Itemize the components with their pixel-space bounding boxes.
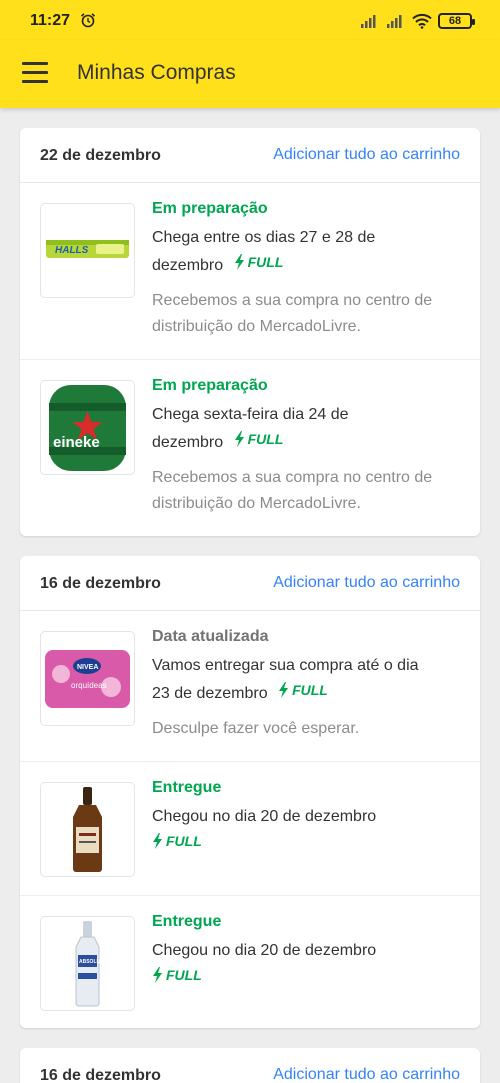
- svg-text:NIVEA: NIVEA: [77, 664, 98, 671]
- delivery-line-2: 23 de dezembro: [152, 685, 268, 702]
- full-badge: FULL: [234, 250, 284, 274]
- full-label: FULL: [247, 254, 284, 270]
- purchase-group: 16 de dezembro Adicionar tudo ao carrinh…: [20, 1048, 480, 1083]
- delivery-line-1: Vamos entregar sua compra até o dia: [152, 657, 419, 674]
- group-header: 16 de dezembro Adicionar tudo ao carrinh…: [20, 1048, 480, 1083]
- lightning-icon: [153, 967, 162, 983]
- svg-text:HALLS: HALLS: [55, 245, 89, 256]
- delivery-text: Chegou no dia 20 de dezembro FULL: [152, 805, 464, 857]
- status-icons: 68: [360, 12, 475, 30]
- group-header: 22 de dezembro Adicionar tudo ao carrinh…: [20, 128, 480, 183]
- delivery-line-2: dezembro: [152, 257, 224, 274]
- purchase-item[interactable]: NIVEA orquídeas Data atualizada Vamos en…: [20, 611, 480, 762]
- group-date: 22 de dezembro: [40, 147, 161, 164]
- product-image-nivea[interactable]: NIVEA orquídeas: [40, 631, 135, 726]
- vodka-bottle-icon: ABSOLUT: [75, 921, 103, 1007]
- lightning-icon: [279, 682, 289, 698]
- add-all-to-cart-link[interactable]: Adicionar tudo ao carrinho: [273, 146, 460, 164]
- delivery-text: Chega sexta-feira dia 24 de dezembro FUL…: [152, 403, 464, 455]
- delivery-line-2: dezembro: [152, 434, 224, 451]
- purchase-group: 22 de dezembro Adicionar tudo ao carrinh…: [20, 128, 480, 536]
- order-status: Entregue: [152, 779, 222, 796]
- lightning-icon: [234, 254, 244, 270]
- page-title: Minhas Compras: [77, 61, 236, 84]
- full-badge: FULL: [152, 963, 202, 987]
- product-image-heineken[interactable]: eineke: [40, 380, 135, 475]
- signal-icon-2: [387, 15, 402, 28]
- full-label: FULL: [292, 682, 328, 698]
- order-status: Entregue: [152, 913, 222, 930]
- hamburger-menu-icon[interactable]: [22, 62, 50, 84]
- alarm-clock-icon: [80, 13, 96, 28]
- order-status: Em preparação: [152, 200, 268, 217]
- add-all-to-cart-link[interactable]: Adicionar tudo ao carrinho: [273, 1066, 460, 1083]
- status-note: Recebemos a sua compra no centro de dist…: [152, 469, 433, 512]
- full-label: FULL: [247, 431, 284, 447]
- svg-text:orquídeas: orquídeas: [71, 681, 107, 690]
- status-note: Desculpe fazer você esperar.: [152, 720, 360, 737]
- lightning-icon: [234, 431, 244, 447]
- status-bar: 11:27 68: [0, 0, 500, 40]
- product-image-ballantines[interactable]: [40, 782, 135, 877]
- product-image-halls[interactable]: HALLS: [40, 203, 135, 298]
- full-label: FULL: [166, 833, 202, 849]
- delivery-text: Vamos entregar sua compra até o dia 23 d…: [152, 654, 464, 706]
- app-bar: Minhas Compras: [0, 40, 500, 108]
- whisky-bottle-icon: [73, 787, 102, 872]
- lightning-icon: [153, 833, 162, 849]
- heineken-keg-icon: eineke: [49, 385, 126, 471]
- battery-icon: 68: [438, 13, 475, 29]
- purchase-item[interactable]: ABSOLUT Entregue Chegou no dia 20 de dez…: [20, 896, 480, 1028]
- battery-level: 68: [448, 15, 462, 27]
- group-header: 16 de dezembro Adicionar tudo ao carrinh…: [20, 556, 480, 611]
- purchase-item[interactable]: Entregue Chegou no dia 20 de dezembro FU…: [20, 762, 480, 896]
- group-date: 16 de dezembro: [40, 1067, 161, 1083]
- status-note: Recebemos a sua compra no centro de dist…: [152, 292, 433, 335]
- nivea-wipes-icon: NIVEA orquídeas: [45, 650, 130, 708]
- svg-text:ABSOLUT: ABSOLUT: [79, 959, 103, 965]
- status-time: 11:27: [30, 12, 71, 29]
- wifi-icon: [412, 13, 432, 29]
- delivery-text: Chegou no dia 20 de dezembro FULL: [152, 939, 464, 991]
- group-date: 16 de dezembro: [40, 575, 161, 592]
- product-image-absolut[interactable]: ABSOLUT: [40, 916, 135, 1011]
- delivery-line-1: Chega entre os dias 27 e 28 de: [152, 229, 376, 246]
- delivery-line-1: Chegou no dia 20 de dezembro: [152, 942, 377, 959]
- full-badge: FULL: [234, 427, 284, 451]
- delivery-line-1: Chega sexta-feira dia 24 de: [152, 406, 349, 423]
- delivery-text: Chega entre os dias 27 e 28 de dezembro …: [152, 226, 464, 278]
- order-status: Data atualizada: [152, 628, 269, 645]
- delivery-line-1: Chegou no dia 20 de dezembro: [152, 808, 377, 825]
- add-all-to-cart-link[interactable]: Adicionar tudo ao carrinho: [273, 574, 460, 592]
- purchase-item[interactable]: HALLS Em preparação Chega entre os dias …: [20, 183, 480, 360]
- svg-text:eineke: eineke: [53, 434, 100, 451]
- halls-candy-icon: HALLS: [46, 240, 129, 258]
- full-badge: FULL: [152, 829, 202, 853]
- signal-icon: [361, 15, 376, 28]
- full-badge: FULL: [278, 678, 328, 702]
- purchase-item[interactable]: eineke Em preparação Chega sexta-feira d…: [20, 360, 480, 536]
- full-label: FULL: [166, 967, 202, 983]
- order-status: Em preparação: [152, 377, 268, 394]
- purchase-group: 16 de dezembro Adicionar tudo ao carrinh…: [20, 556, 480, 1028]
